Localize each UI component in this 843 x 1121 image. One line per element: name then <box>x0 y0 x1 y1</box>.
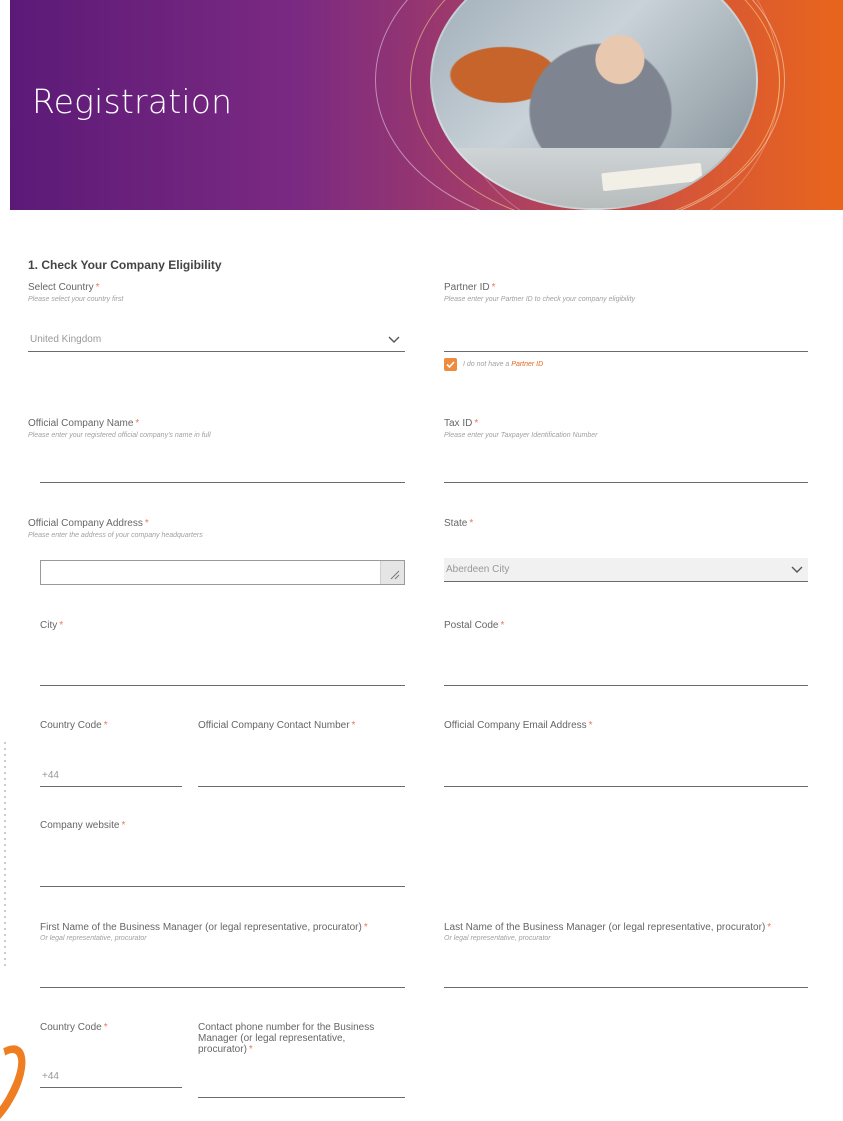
company-address-hint: Please enter the address of your company… <box>28 532 203 539</box>
contact-number-input[interactable] <box>198 765 405 787</box>
postal-code-input[interactable] <box>444 664 808 686</box>
state-select-value: Aberdeen City <box>446 564 510 575</box>
check-icon <box>446 361 455 369</box>
email-input[interactable] <box>444 765 808 787</box>
resize-handle-icon <box>390 570 400 580</box>
country-code-input[interactable] <box>40 765 182 787</box>
partner-id-input[interactable] <box>444 330 808 352</box>
manager-last-name-label: Last Name of the Business Manager (or le… <box>444 922 772 933</box>
contact-number-label: Official Company Contact Number * <box>198 720 356 731</box>
company-address-textarea[interactable] <box>40 560 405 585</box>
registration-page: Registration 1. Check Your Company Eligi… <box>0 0 843 1121</box>
country-code-label: Country Code * <box>40 720 108 731</box>
state-select[interactable]: Aberdeen City <box>444 558 808 582</box>
manager-last-name-input[interactable] <box>444 966 808 988</box>
email-label: Official Company Email Address * <box>444 720 593 731</box>
partner-id-hint: Please enter your Partner ID to check yo… <box>444 296 636 303</box>
manager-country-code-label: Country Code * <box>40 1022 108 1033</box>
manager-country-code-input[interactable] <box>40 1066 182 1088</box>
chevron-down-icon <box>388 336 400 343</box>
tax-id-label: Tax ID * <box>444 418 479 429</box>
section-title: 1. Check Your Company Eligibility <box>28 258 222 272</box>
state-label: State * <box>444 518 474 529</box>
chevron-down-icon <box>791 566 803 573</box>
company-address-label: Official Company Address * <box>28 518 149 529</box>
decorative-dots <box>4 740 6 970</box>
resize-grip[interactable] <box>380 561 404 584</box>
no-partner-id-checkbox[interactable] <box>444 358 457 371</box>
country-label: Select Country * <box>28 282 100 293</box>
tax-id-hint: Please enter your Taxpayer Identificatio… <box>444 432 598 439</box>
manager-first-name-input[interactable] <box>40 966 405 988</box>
website-input[interactable] <box>40 865 405 887</box>
manager-phone-label: Contact phone number for the Business Ma… <box>198 1022 375 1055</box>
manager-phone-input[interactable] <box>198 1076 405 1098</box>
partner-id-label: Partner ID * <box>444 282 496 293</box>
company-name-label: Official Company Name * <box>28 418 140 429</box>
hero-banner: Registration <box>10 0 843 210</box>
page-title: Registration <box>32 82 233 121</box>
company-name-hint: Please enter your registered official co… <box>28 432 211 439</box>
no-partner-id-label: I do not have a Partner ID <box>463 361 544 368</box>
company-name-input[interactable] <box>40 461 405 483</box>
city-label: City * <box>40 620 64 631</box>
country-select[interactable]: United Kingdom <box>28 328 405 352</box>
decorative-ring <box>410 0 780 210</box>
manager-last-name-hint: Or legal representative, procurator <box>444 935 551 942</box>
manager-first-name-hint: Or legal representative, procurator <box>40 935 147 942</box>
manager-first-name-label: First Name of the Business Manager (or l… <box>40 922 368 933</box>
city-input[interactable] <box>40 664 405 686</box>
website-label: Company website * <box>40 820 126 831</box>
country-select-value: United Kingdom <box>30 334 102 345</box>
decorative-arc <box>0 1035 39 1121</box>
tax-id-input[interactable] <box>444 461 808 483</box>
postal-code-label: Postal Code * <box>444 620 505 631</box>
country-hint: Please select your country first <box>28 296 124 303</box>
